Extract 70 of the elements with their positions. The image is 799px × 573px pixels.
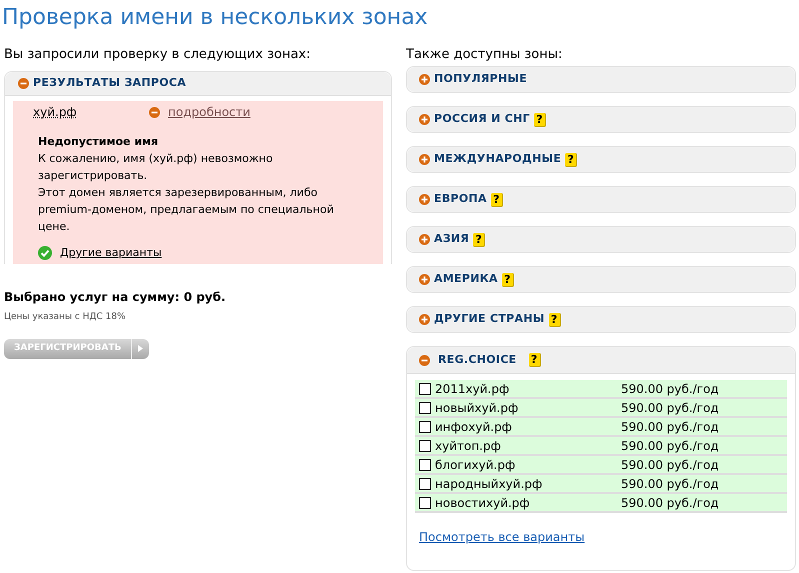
zone-title: ДРУГИЕ СТРАНЫ: [434, 311, 545, 328]
domain-price: 590.00 руб./год: [621, 400, 719, 416]
domain-price: 590.00 руб./год: [621, 380, 719, 398]
help-icon[interactable]: ?: [502, 272, 514, 286]
arrow-icon: [138, 345, 144, 352]
total-text: Выбрано услуг на сумму: 0 руб.: [4, 289, 227, 306]
alternatives-link[interactable]: Другие варианты: [60, 244, 162, 261]
all-variants-link[interactable]: Посмотреть все варианты: [419, 528, 787, 546]
zone-title: АЗИЯ: [434, 231, 470, 248]
domain-checkbox[interactable]: [419, 440, 431, 452]
domain-name: блогихуй.рф: [435, 456, 516, 474]
zone-header[interactable]: ДРУГИЕ СТРАНЫ ?: [407, 307, 795, 332]
help-icon[interactable]: ?: [490, 192, 503, 206]
domain-price: 590.00 руб./год: [621, 456, 719, 474]
check-icon: [38, 246, 52, 260]
domain-name: новостихуй.рф: [435, 494, 531, 512]
minus-icon[interactable]: [18, 78, 29, 89]
plus-icon[interactable]: [419, 274, 430, 285]
section-heading: Также доступны зоны:: [406, 46, 564, 64]
zone-header[interactable]: АЗИЯ ?: [407, 227, 795, 252]
domain-name: народныйхуй.рф: [435, 476, 544, 492]
section-heading: Вы запросили проверку в следующих зонах:: [4, 46, 312, 64]
domain-price: 590.00 руб./год: [621, 418, 719, 436]
domain-checkbox[interactable]: [419, 420, 431, 432]
plus-icon[interactable]: [419, 74, 430, 85]
plus-icon[interactable]: [419, 314, 430, 325]
domain-checkbox[interactable]: [419, 382, 431, 394]
domain-name: новыйхуй.рф: [435, 400, 520, 416]
zone-title: МЕЖДУНАРОДНЫЕ: [434, 151, 562, 168]
minus-icon[interactable]: [149, 106, 160, 118]
zone-title: РОССИЯ И СНГ: [434, 111, 530, 128]
domain-name: хуйтоп.рф: [435, 438, 502, 454]
error-title: Недопустимое имя: [38, 134, 160, 150]
zone-title: ЕВРОПА: [434, 191, 487, 208]
plus-icon[interactable]: [419, 194, 430, 205]
domain-checkbox[interactable]: [419, 496, 431, 508]
domain-checkbox[interactable]: [419, 402, 431, 414]
domain-checkbox[interactable]: [419, 478, 431, 490]
zone-title: ПОПУЛЯРНЫЕ: [434, 71, 528, 88]
zone-header[interactable]: ЕВРОПА ?: [407, 187, 795, 212]
help-icon[interactable]: ?: [528, 353, 541, 367]
domain-name: 2011хуй.рф: [435, 380, 510, 398]
zone-header[interactable]: ПОПУЛЯРНЫЕ: [407, 67, 795, 92]
page-title: Проверка имени в нескольких зонах: [1, 4, 429, 32]
domain-price: 590.00 руб./год: [621, 438, 719, 454]
panel-header[interactable]: РЕЗУЛЬТАТЫ ЗАПРОСА: [5, 72, 391, 96]
help-icon[interactable]: ?: [534, 112, 546, 126]
domain-price: 590.00 руб./год: [621, 476, 719, 492]
domain-name: хуй.рф: [33, 104, 78, 121]
help-icon[interactable]: ?: [473, 232, 486, 246]
details-link[interactable]: подробности: [168, 103, 250, 121]
domain-price: 590.00 руб./год: [621, 494, 719, 512]
error-text: К сожалению, имя (хуй.рф) невозможно зарегистрировать.: [38, 151, 274, 184]
error-text: Этот домен является зарезервированным, либо premium-доменом, предлагаемым по специальной цене.: [38, 185, 335, 235]
plus-icon[interactable]: [419, 114, 430, 125]
domain-checkbox[interactable]: [419, 458, 431, 470]
plus-icon[interactable]: [419, 234, 430, 245]
minus-icon[interactable]: [419, 354, 430, 366]
zone-header[interactable]: АМЕРИКА ?: [407, 267, 795, 292]
zone-header[interactable]: РОССИЯ И СНГ ?: [407, 107, 795, 132]
plus-icon[interactable]: [419, 154, 430, 165]
help-icon[interactable]: ?: [565, 152, 578, 166]
zone-header[interactable]: МЕЖДУНАРОДНЫЕ ?: [407, 147, 795, 172]
help-icon[interactable]: ?: [548, 312, 561, 326]
panel-title: РЕЗУЛЬТАТЫ ЗАПРОСА: [33, 75, 186, 92]
zone-title: REG.CHOICE: [438, 352, 517, 368]
vat-note: Цены указаны с НДС 18%: [4, 311, 127, 324]
zone-title: АМЕРИКА: [434, 271, 498, 288]
domain-name: инфохуй.рф: [435, 418, 513, 436]
zone-header[interactable]: REG.CHOICE ?: [407, 347, 795, 374]
